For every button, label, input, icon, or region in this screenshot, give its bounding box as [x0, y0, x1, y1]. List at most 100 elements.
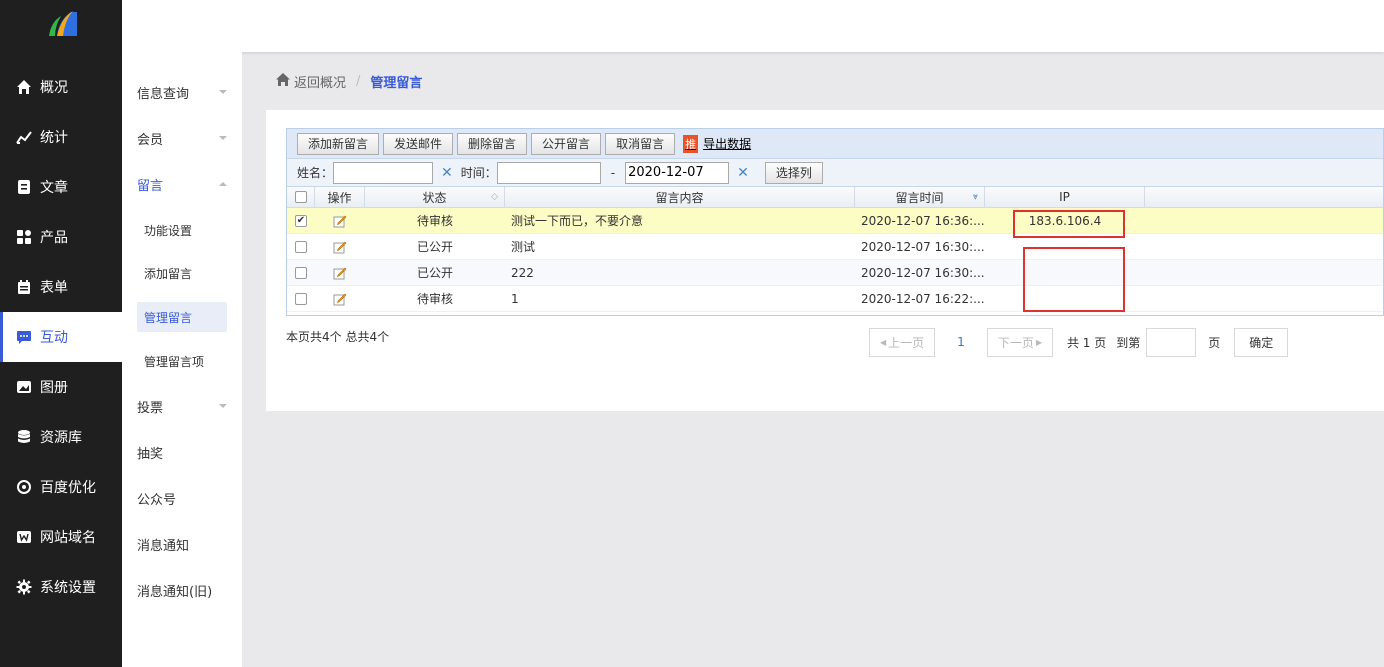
- next-page-button[interactable]: 下一页 ▶: [986, 327, 1053, 357]
- column-header-content: 留言内容: [505, 187, 855, 207]
- home-icon: [16, 79, 32, 95]
- sidebar-item-article[interactable]: 文章: [0, 162, 122, 212]
- chevron-right-icon: ▶: [1035, 337, 1042, 347]
- sidebar-item-label: 百度优化: [40, 480, 96, 496]
- sidebar-item-form[interactable]: 表单: [0, 262, 122, 312]
- sidebar-item-label: 系统设置: [40, 580, 96, 596]
- subnav-manage-message-items[interactable]: 管理留言项: [137, 346, 227, 376]
- send-email-button[interactable]: 发送邮件: [383, 132, 454, 155]
- sidebar-item-product[interactable]: 产品: [0, 212, 122, 262]
- row-checkbox[interactable]: ✔: [295, 214, 307, 227]
- cancel-message-button[interactable]: 取消留言: [605, 132, 676, 155]
- sidebar-item-gallery[interactable]: 图册: [0, 362, 122, 412]
- export-data-link[interactable]: 推 导出数据: [683, 134, 751, 153]
- edit-icon[interactable]: [333, 266, 347, 280]
- chart-icon: [16, 129, 32, 145]
- prev-page-button[interactable]: ◀ 上一页: [869, 327, 936, 357]
- edit-icon[interactable]: [333, 214, 347, 228]
- domain-icon: [16, 529, 32, 545]
- filter-bar: 姓名： ✕ 时间： - ✕ 选择列: [287, 159, 1383, 187]
- edit-icon[interactable]: [333, 292, 347, 306]
- empty-ip-highlight-box: [1023, 247, 1125, 312]
- sidebar-item-stats[interactable]: 统计: [0, 112, 122, 162]
- top-bar: [122, 0, 1384, 52]
- select-all-header[interactable]: [287, 187, 315, 207]
- subnav-add-message[interactable]: 添加留言: [137, 258, 227, 288]
- page-unit-label: 页: [1208, 335, 1221, 350]
- sidebar-item-settings[interactable]: 系统设置: [0, 562, 122, 612]
- chevron-left-icon: ◀: [880, 337, 887, 347]
- subnav-lottery[interactable]: 抽奖: [137, 437, 227, 467]
- subnav-info-query[interactable]: 信息查询: [137, 77, 227, 107]
- table-row[interactable]: ✔ 待审核 测试一下而已，不要介意 2020-12-07 16:36:... 1…: [287, 208, 1383, 234]
- page-number[interactable]: 1: [957, 335, 965, 349]
- subnav-label: 消息通知(旧): [137, 584, 213, 600]
- row-content: 222: [511, 265, 534, 280]
- subnav-label: 添加留言: [144, 266, 193, 281]
- row-time: 2020-12-07 16:30:...: [861, 265, 985, 280]
- time-range-dash: -: [610, 165, 616, 180]
- logo: [0, 0, 122, 52]
- row-checkbox[interactable]: [295, 240, 307, 253]
- page-summary: 本页共4个 总共4个: [286, 330, 390, 344]
- row-time: 2020-12-07 16:22:...: [861, 291, 985, 306]
- subnav-label: 功能设置: [144, 223, 193, 238]
- sort-desc-icon: ⩔: [972, 192, 978, 202]
- subnav-member[interactable]: 会员: [137, 123, 227, 153]
- subnav-label: 管理留言: [144, 310, 193, 325]
- prev-page-label: 上一页: [888, 335, 925, 350]
- edit-icon[interactable]: [333, 240, 347, 254]
- subnav-vote[interactable]: 投票: [137, 391, 227, 421]
- article-icon: [16, 179, 32, 195]
- subnav-label: 会员: [137, 132, 164, 148]
- column-header-status[interactable]: 状态 ◇: [365, 187, 505, 207]
- sidebar-item-resources[interactable]: 资源库: [0, 412, 122, 462]
- clear-time-icon[interactable]: ✕: [737, 165, 749, 181]
- row-content: 1: [511, 291, 519, 306]
- confirm-page-button[interactable]: 确定: [1234, 327, 1289, 357]
- select-columns-button[interactable]: 选择列: [764, 161, 823, 184]
- add-message-button[interactable]: 添加新留言: [297, 132, 380, 155]
- subnav-notification-old[interactable]: 消息通知(旧): [137, 575, 227, 605]
- breadcrumb-back-link[interactable]: 返回概况: [294, 72, 346, 91]
- column-header-ip: IP: [985, 187, 1145, 207]
- subnav-notification[interactable]: 消息通知: [137, 529, 227, 559]
- time-to-input[interactable]: [625, 161, 730, 184]
- subnav-label: 管理留言项: [144, 354, 205, 369]
- database-icon: [16, 429, 32, 445]
- sidebar-item-seo[interactable]: 百度优化: [0, 462, 122, 512]
- time-from-input[interactable]: [496, 161, 601, 184]
- delete-message-button[interactable]: 删除留言: [457, 132, 528, 155]
- subnav-message[interactable]: 留言: [137, 169, 227, 199]
- sidebar-item-label: 统计: [40, 130, 68, 146]
- sidebar-item-overview[interactable]: 概况: [0, 62, 122, 112]
- sidebar-item-label: 文章: [40, 180, 68, 196]
- clear-name-icon[interactable]: ✕: [441, 165, 453, 181]
- table-row[interactable]: 待审核 1 2020-12-07 16:22:...: [287, 286, 1383, 312]
- subnav-label: 信息查询: [137, 86, 190, 102]
- subnav-manage-message[interactable]: 管理留言: [137, 302, 227, 332]
- row-checkbox[interactable]: [295, 292, 307, 305]
- subnav-official-account[interactable]: 公众号: [137, 483, 227, 513]
- table-row[interactable]: 已公开 测试 2020-12-07 16:30:...: [287, 234, 1383, 260]
- sidebar-item-domain[interactable]: 网站域名: [0, 512, 122, 562]
- subnav-function-settings[interactable]: 功能设置: [137, 215, 227, 245]
- column-header-label: 状态: [422, 190, 447, 205]
- row-content: 测试一下而已，不要介意: [511, 214, 644, 228]
- time-filter-label: 时间：: [460, 166, 497, 180]
- table-row[interactable]: 已公开 222 2020-12-07 16:30:...: [287, 260, 1383, 286]
- goto-page-input[interactable]: [1146, 327, 1197, 357]
- sidebar-item-label: 资源库: [40, 430, 82, 446]
- chevron-down-icon: [219, 136, 227, 140]
- publish-message-button[interactable]: 公开留言: [531, 132, 602, 155]
- row-status: 待审核: [416, 292, 453, 306]
- home-icon: [276, 72, 290, 90]
- main-card: 添加新留言 发送邮件 删除留言 公开留言 取消留言 推 导出数据 姓名： ✕ 时…: [266, 110, 1384, 411]
- column-header-time[interactable]: 留言时间 ⩔: [855, 187, 985, 207]
- message-icon: [16, 329, 32, 345]
- select-all-checkbox[interactable]: [294, 191, 307, 203]
- row-checkbox[interactable]: [295, 266, 307, 279]
- name-filter-input[interactable]: [333, 161, 434, 184]
- sidebar-item-interaction[interactable]: 互动: [0, 312, 122, 362]
- main-sidebar: 概况 统计 文章 产品 表单 互动 图册 资源库 百度优化 网站域名 系统设置: [0, 0, 122, 667]
